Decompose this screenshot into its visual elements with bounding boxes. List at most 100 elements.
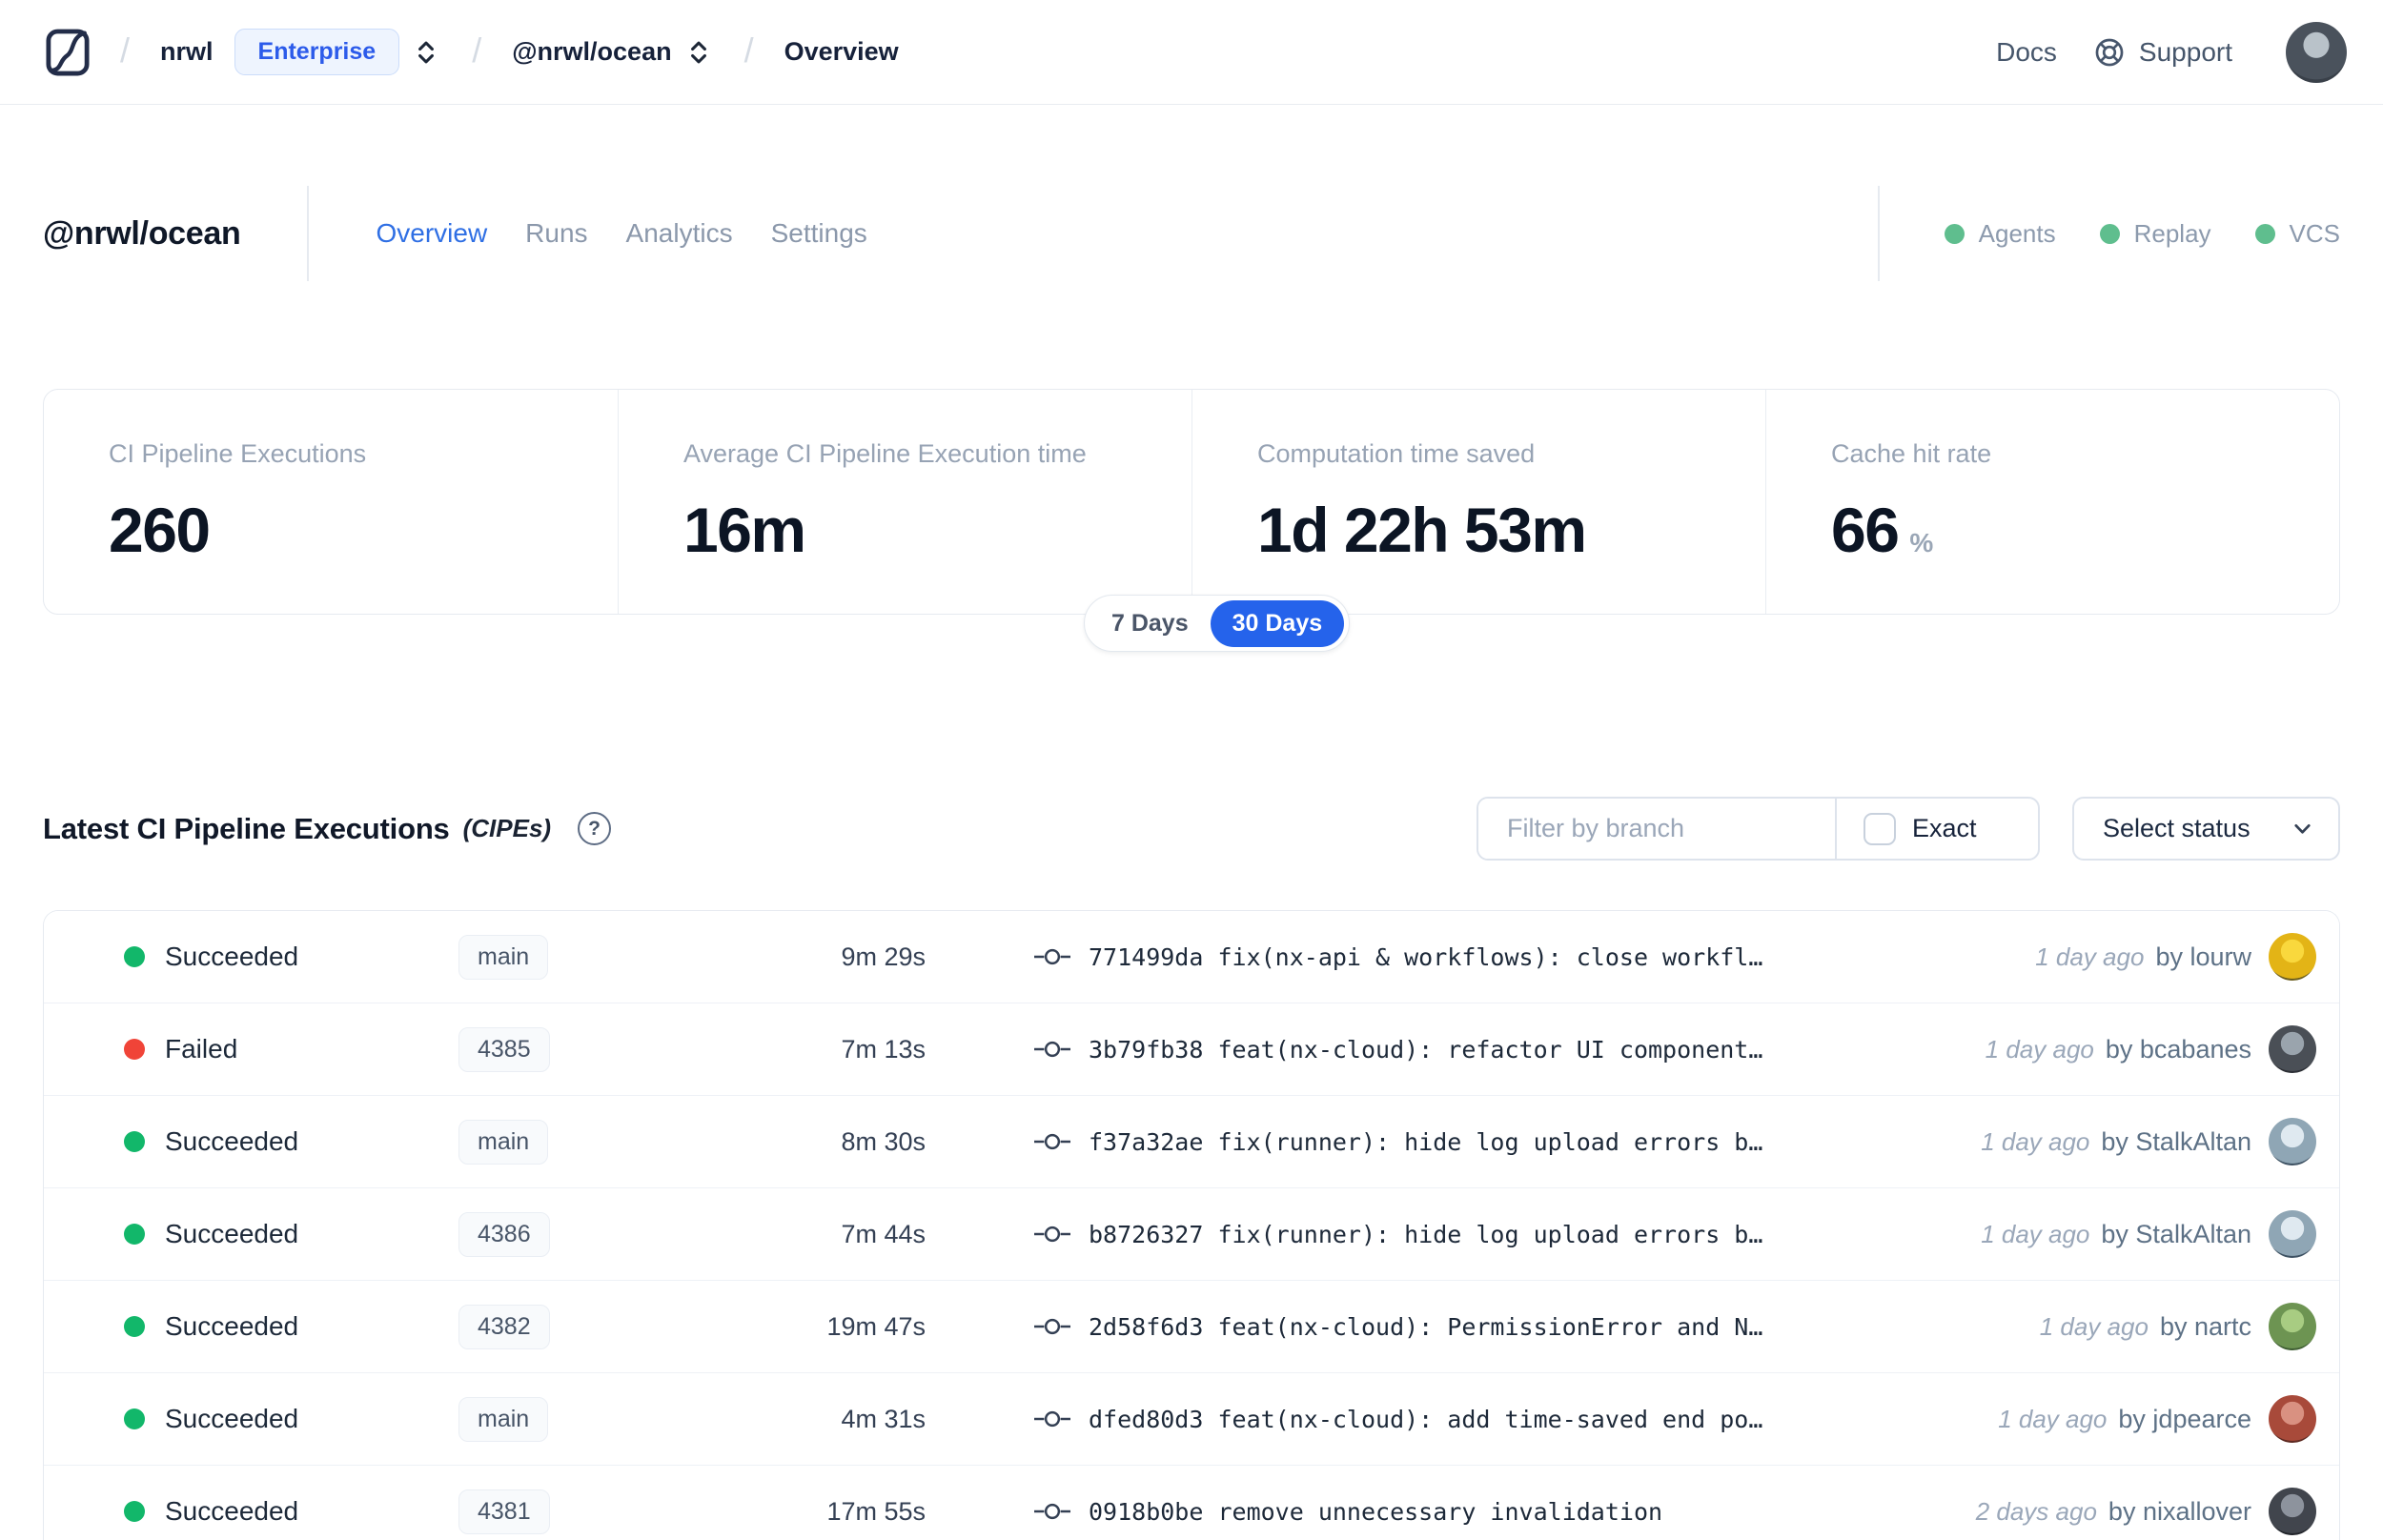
help-icon[interactable]: ? [578, 812, 612, 845]
stat-cache-hit-rate: Cache hit rate 66% [1765, 390, 2339, 614]
time-ago: 1 day ago [2039, 1311, 2149, 1341]
author: by StalkAltan [2101, 1126, 2251, 1156]
stat-ci-pipeline-executions: CI Pipeline Executions 260 [44, 390, 618, 614]
cipe-commit-cell: 771499da fix(nx-api & workflows): close … [1034, 943, 1787, 971]
commit-message: 0918b0be remove unnecessary invalidation [1089, 1497, 1663, 1526]
stat-label: Cache hit rate [1831, 439, 1992, 468]
breadcrumb-separator: / [472, 30, 482, 70]
workspace-status-agents[interactable]: Agents [1944, 218, 2056, 249]
cipe-row[interactable]: Succeeded main 9m 29s 771499da fix(nx-ap… [44, 911, 2339, 1003]
workspace-status-vcs[interactable]: VCS [2254, 219, 2340, 249]
git-commit-icon [1034, 1040, 1070, 1059]
author: by StalkAltan [2101, 1219, 2251, 1248]
cipe-row[interactable]: Succeeded 4386 7m 44s b8726327 fix(runne… [44, 1188, 2339, 1281]
stat-label: Average CI Pipeline Execution time [683, 439, 1087, 468]
stat-value: 1d 22h 53m [1257, 495, 1587, 565]
author-avatar [2269, 1210, 2316, 1258]
stat-value: 16m [683, 495, 806, 565]
range-7-days-button[interactable]: 7 Days [1090, 600, 1211, 647]
status-label: Succeeded [165, 1219, 299, 1248]
cipe-section-title-suffix: (CIPEs) [462, 814, 552, 842]
time-ago: 1 day ago [1981, 1126, 2090, 1156]
cipe-meta-cell: 1 day ago by nartc [2040, 1303, 2339, 1350]
git-commit-icon [1034, 1225, 1070, 1244]
tab-runs[interactable]: Runs [525, 218, 587, 249]
time-ago: 2 days ago [1975, 1496, 2097, 1526]
author: by nixallover [2108, 1496, 2251, 1526]
author: by bcabanes [2105, 1034, 2251, 1064]
status-label: Succeeded [165, 942, 299, 971]
breadcrumb-workspace[interactable]: @nrwl/ocean [512, 37, 671, 67]
chevron-down-icon [2294, 824, 2311, 834]
cipe-branch-cell: main [458, 1119, 773, 1165]
cipe-branch-cell: 4386 [458, 1211, 773, 1257]
cipe-row[interactable]: Succeeded main 8m 30s f37a32ae fix(runne… [44, 1096, 2339, 1188]
divider [1877, 186, 1880, 281]
tab-analytics[interactable]: Analytics [626, 218, 733, 249]
stat-value: 66% [1831, 495, 1934, 565]
select-status-dropdown[interactable]: Select status [2072, 797, 2340, 861]
status-dot-icon [124, 1408, 145, 1429]
cipe-duration: 4m 31s [841, 1404, 926, 1433]
cipe-meta-cell: 2 days ago by nixallover [1976, 1488, 2339, 1535]
exact-match-option: Exact [1837, 812, 2038, 845]
branch-badge[interactable]: 4385 [458, 1026, 550, 1072]
branch-badge[interactable]: 4381 [458, 1489, 550, 1534]
author: by jdpearce [2118, 1404, 2251, 1433]
cipe-status-cell: Succeeded [44, 1496, 458, 1527]
branch-badge[interactable]: main [458, 1396, 549, 1442]
git-commit-icon [1034, 1409, 1070, 1429]
author-avatar [2269, 1025, 2316, 1073]
git-commit-icon [1034, 947, 1070, 966]
branch-badge[interactable]: main [458, 934, 549, 980]
cipe-row[interactable]: Failed 4385 7m 13s 3b79fb38 feat(nx-clou… [44, 1003, 2339, 1096]
user-avatar[interactable] [2286, 21, 2347, 83]
branch-badge[interactable]: 4386 [458, 1211, 550, 1257]
cipe-row[interactable]: Succeeded main 4m 31s dfed80d3 feat(nx-c… [44, 1373, 2339, 1466]
support-link[interactable]: Support [2093, 36, 2232, 69]
workspace-status-replay[interactable]: Replay [2099, 219, 2211, 249]
time-ago: 1 day ago [1981, 1219, 2090, 1248]
tab-settings[interactable]: Settings [771, 218, 867, 249]
status-dot-icon [124, 1039, 145, 1060]
exact-checkbox[interactable] [1864, 812, 1896, 845]
cipe-commit-cell: dfed80d3 feat(nx-cloud): add time-saved … [1034, 1406, 1787, 1433]
top-navbar: / nrwl Enterprise / @nrwl/ocean / Overvi… [0, 0, 2383, 105]
branch-filter-input[interactable] [1478, 799, 1835, 859]
branch-badge[interactable]: 4382 [458, 1304, 550, 1349]
select-status-label: Select status [2103, 814, 2251, 842]
time-ago: 1 day ago [1985, 1034, 2094, 1064]
git-commit-icon [1034, 1502, 1070, 1521]
author-avatar [2269, 1395, 2316, 1443]
tab-overview[interactable]: Overview [376, 218, 487, 249]
nx-cloud-logo[interactable] [46, 29, 90, 76]
range-30-days-button[interactable]: 30 Days [1210, 599, 1345, 647]
docs-link[interactable]: Docs [1996, 37, 2057, 68]
enterprise-badge[interactable]: Enterprise [234, 29, 400, 75]
commit-message: b8726327 fix(runner): hide log upload er… [1089, 1220, 1763, 1248]
workspace-status-label: Agents [1978, 218, 2056, 248]
cipe-status-cell: Failed [44, 1034, 458, 1064]
cipe-commit-cell: f37a32ae fix(runner): hide log upload er… [1034, 1128, 1787, 1156]
breadcrumb-org[interactable]: nrwl [160, 37, 214, 67]
author-avatar [2269, 933, 2316, 981]
cipe-status-cell: Succeeded [44, 1404, 458, 1434]
status-dot-icon [124, 1316, 145, 1337]
git-commit-icon [1034, 1132, 1070, 1151]
author-avatar [2269, 1118, 2316, 1165]
branch-badge[interactable]: main [458, 1119, 549, 1165]
breadcrumb-page: Overview [784, 37, 899, 66]
cipe-meta-cell: 1 day ago by lourw [2035, 933, 2339, 981]
workspace-switcher-button[interactable] [685, 36, 714, 69]
cipe-duration: 8m 30s [841, 1126, 926, 1156]
workspace-status-group: Agents Replay VCS [1811, 186, 2340, 281]
branch-filter-group: Exact [1477, 797, 2040, 861]
cipe-commit-cell: 2d58f6d3 feat(nx-cloud): PermissionError… [1034, 1313, 1787, 1341]
life-buoy-icon [2095, 38, 2124, 66]
commit-message: 771499da fix(nx-api & workflows): close … [1089, 942, 1763, 971]
cipe-row[interactable]: Succeeded 4382 19m 47s 2d58f6d3 feat(nx-… [44, 1281, 2339, 1373]
stat-computation-time-saved: Computation time saved 1d 22h 53m [1192, 390, 1765, 614]
cipe-row[interactable]: Succeeded 4381 17m 55s 0918b0be remove u… [44, 1466, 2339, 1540]
stat-label: Computation time saved [1257, 439, 1536, 468]
org-switcher-button[interactable] [413, 36, 441, 69]
